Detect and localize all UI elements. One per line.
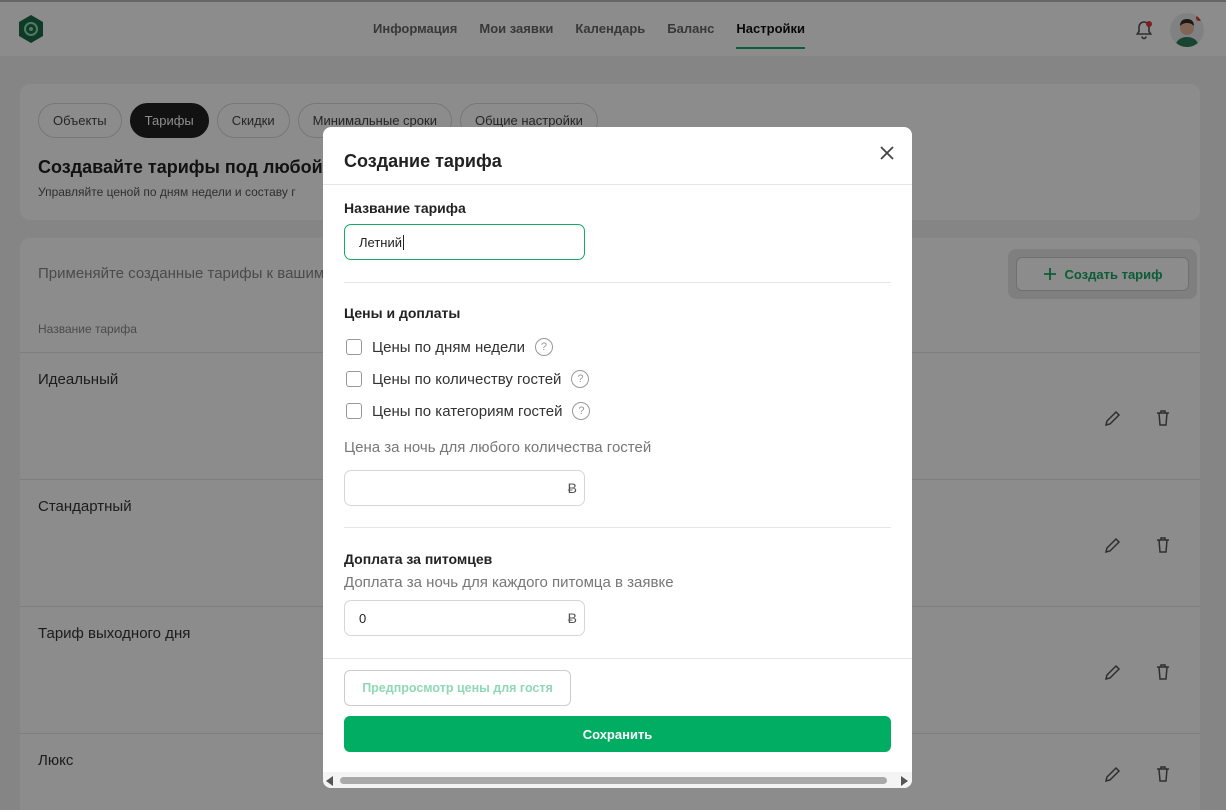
footer-divider <box>323 658 912 659</box>
modal-title: Создание тарифа <box>344 151 502 171</box>
option-guest-category-prices[interactable]: Цены по категориям гостей ? <box>346 402 591 420</box>
weekday-prices-checkbox[interactable] <box>346 339 362 355</box>
modal-header-divider <box>323 184 912 185</box>
pets-price-value: 0 <box>359 610 367 626</box>
help-icon[interactable]: ? <box>534 338 553 356</box>
night-price-label: Цена за ночь для любого количества госте… <box>344 439 652 456</box>
horizontal-scrollbar[interactable] <box>323 772 912 788</box>
section-divider <box>344 527 891 528</box>
text-cursor <box>403 234 404 250</box>
section-divider <box>344 282 891 283</box>
scrollbar-thumb[interactable] <box>340 777 887 784</box>
guest-category-prices-checkbox[interactable] <box>346 403 362 419</box>
pets-section-label: Доплата за питомцев <box>344 551 493 567</box>
option-guest-count-prices[interactable]: Цены по количеству гостей ? <box>346 370 590 388</box>
tariff-name-label: Название тарифа <box>344 200 466 216</box>
help-icon[interactable]: ? <box>572 402 591 420</box>
pets-hint: Доплата за ночь для каждого питомца в за… <box>344 574 674 591</box>
night-price-input[interactable]: Ƀ <box>344 470 585 506</box>
currency-suffix: Ƀ <box>567 480 577 496</box>
currency-suffix: Ƀ <box>567 610 577 626</box>
save-button[interactable]: Сохранить <box>344 716 891 752</box>
pets-price-input[interactable]: 0 Ƀ <box>344 600 585 636</box>
tariff-name-value: Летний <box>359 234 402 250</box>
close-icon[interactable] <box>876 142 898 164</box>
create-tariff-modal: Создание тарифа Название тарифа Летний Ц… <box>323 127 912 788</box>
guest-count-prices-label: Цены по количеству гостей <box>372 370 562 388</box>
guest-category-prices-label: Цены по категориям гостей <box>372 402 563 420</box>
scroll-right-icon[interactable] <box>901 776 908 786</box>
scroll-left-icon[interactable] <box>326 776 333 786</box>
prices-section-label: Цены и доплаты <box>344 305 461 321</box>
guest-count-prices-checkbox[interactable] <box>346 371 362 387</box>
weekday-prices-label: Цены по дням недели <box>372 338 525 356</box>
preview-price-button[interactable]: Предпросмотр цены для гостя <box>344 670 571 706</box>
help-icon[interactable]: ? <box>571 370 590 388</box>
option-weekday-prices[interactable]: Цены по дням недели ? <box>346 338 553 356</box>
tariff-name-input[interactable]: Летний <box>344 224 585 260</box>
